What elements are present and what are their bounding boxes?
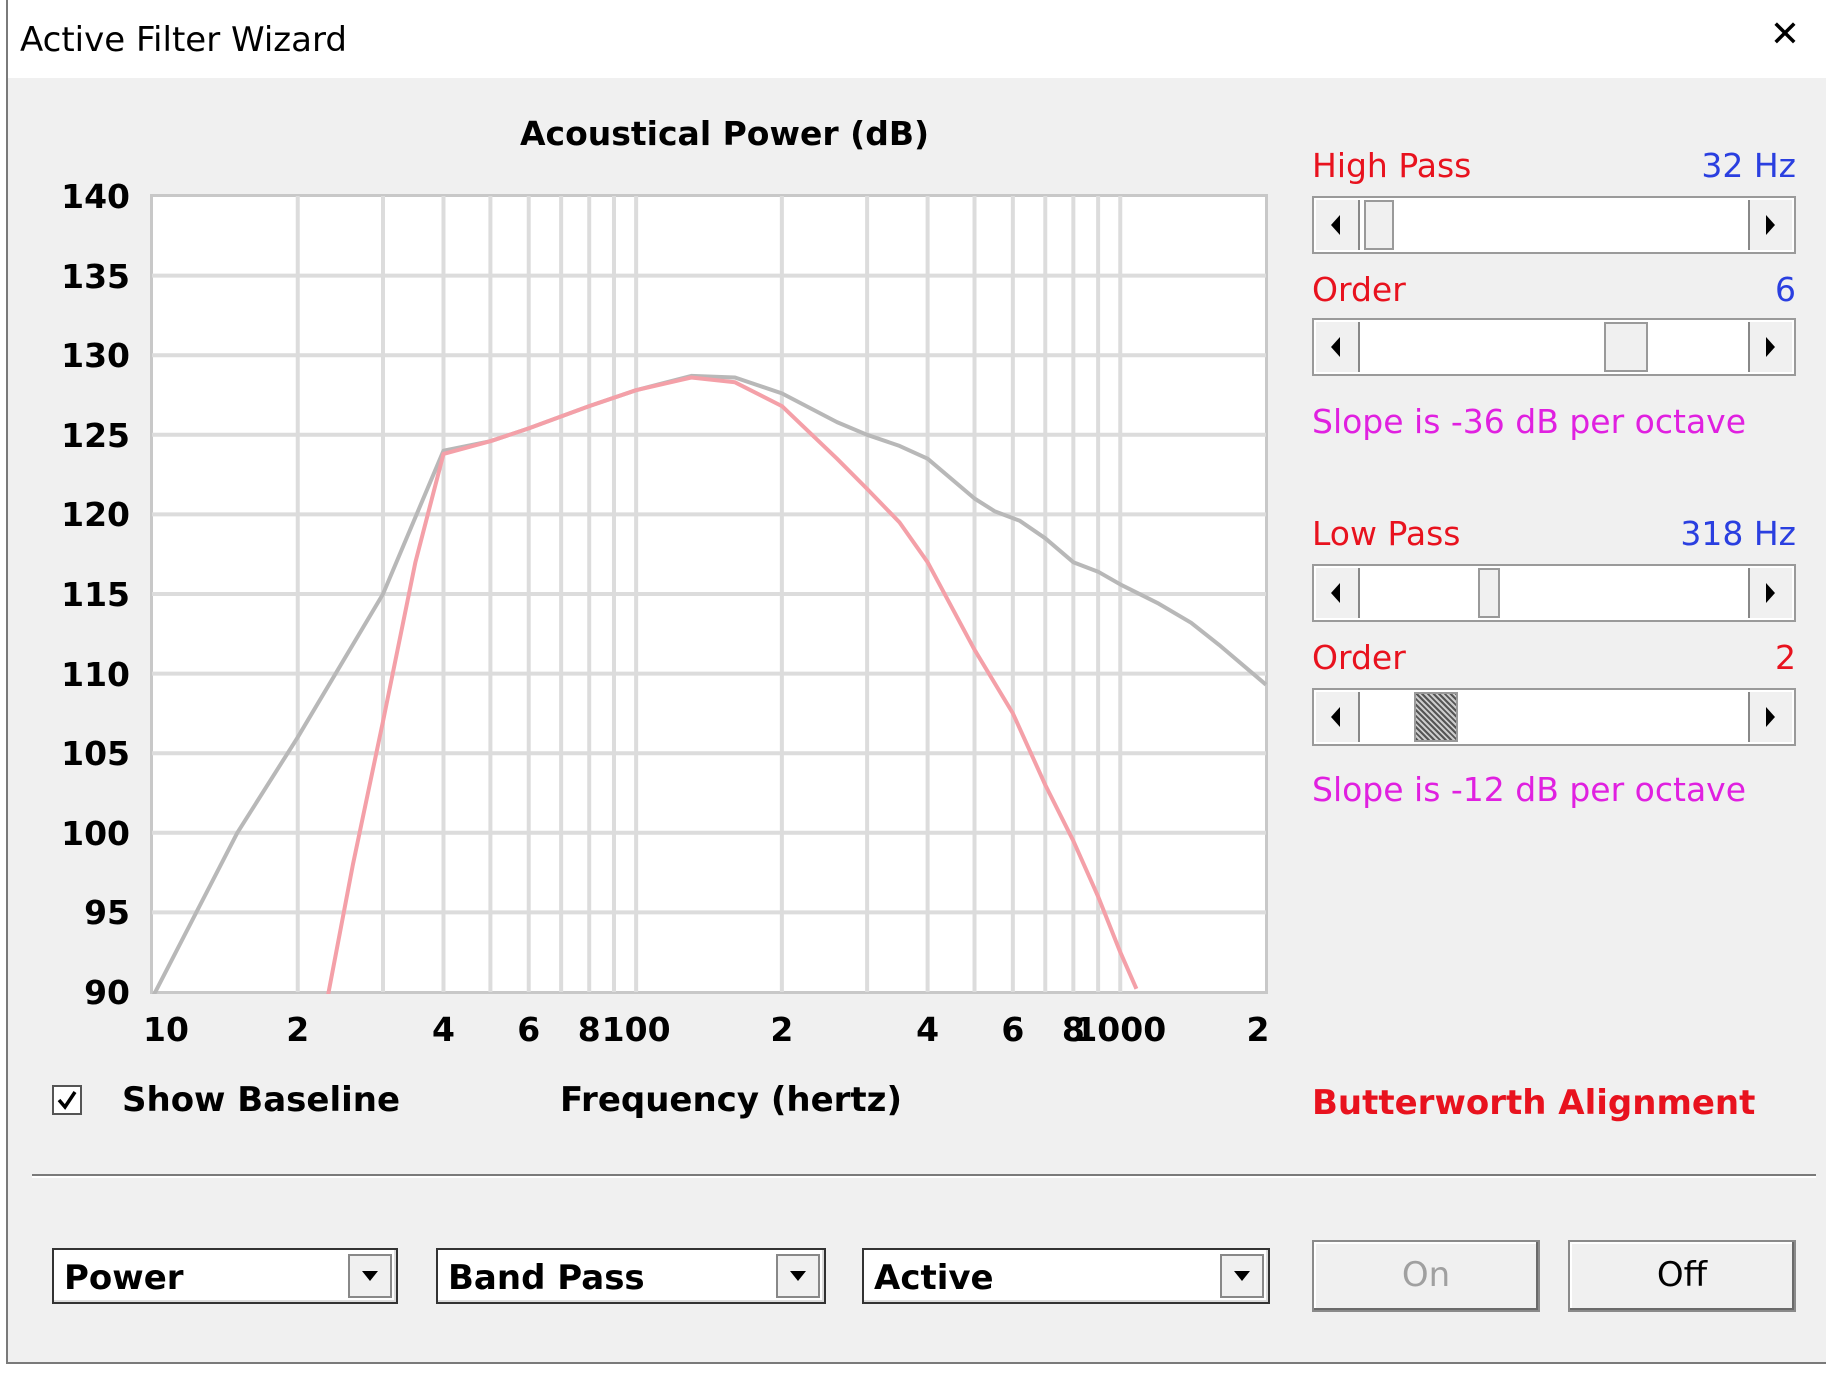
x-tick-label: 2 [286, 1010, 310, 1049]
scroll-left-icon[interactable] [1316, 568, 1360, 618]
y-tick-label: 90 [84, 973, 130, 1012]
scroll-right-icon[interactable] [1748, 200, 1792, 250]
high-order-label: Order [1312, 270, 1406, 309]
low-slope-text: Slope is -12 dB per octave [1312, 770, 1746, 809]
y-tick-label: 100 [61, 813, 130, 853]
y-tick-label: 125 [61, 415, 130, 455]
scroll-left-icon[interactable] [1316, 200, 1360, 250]
y-tick-label: 105 [61, 734, 130, 774]
chart-title: Acoustical Power (dB) [520, 114, 930, 153]
checkbox-box[interactable] [52, 1085, 82, 1115]
mode-dropdown[interactable]: Active [862, 1248, 1270, 1304]
x-tick-label: 2 [1246, 1010, 1270, 1049]
y-tick-label: 130 [61, 336, 130, 376]
chevron-down-icon[interactable] [348, 1254, 392, 1298]
low-order-slider[interactable] [1312, 688, 1796, 746]
high-pass-thumb[interactable] [1364, 200, 1394, 250]
filter-type-dropdown[interactable]: Band Pass [436, 1248, 826, 1304]
x-tick-label: 100 [601, 1010, 671, 1049]
scroll-right-icon[interactable] [1748, 322, 1792, 372]
alignment-label: Butterworth Alignment [1312, 1083, 1756, 1123]
x-tick-label: 6 [517, 1010, 541, 1049]
high-order-thumb[interactable] [1604, 322, 1648, 372]
show-baseline-label: Show Baseline [122, 1080, 401, 1120]
chevron-down-icon[interactable] [776, 1254, 820, 1298]
low-order-value: 2 [1775, 638, 1796, 677]
high-pass-value: 32 Hz [1701, 146, 1796, 185]
y-tick-label: 115 [61, 575, 130, 614]
mode-value: Active [874, 1258, 994, 1298]
x-tick-label: 2 [770, 1010, 794, 1049]
measure-value: Power [64, 1258, 184, 1298]
separator [32, 1174, 1816, 1178]
y-tick-label: 110 [61, 654, 130, 694]
off-button[interactable]: Off [1568, 1240, 1796, 1312]
low-pass-slider[interactable] [1312, 564, 1796, 622]
scroll-left-icon[interactable] [1316, 692, 1360, 742]
y-tick-label: 95 [84, 893, 130, 933]
x-axis-label: Frequency (hertz) [560, 1080, 902, 1120]
high-pass-slider[interactable] [1312, 196, 1796, 254]
x-tick-label: 1000 [1074, 1010, 1167, 1049]
high-order-slider[interactable] [1312, 318, 1796, 376]
filter-type-value: Band Pass [448, 1258, 645, 1298]
x-tick-label: 6 [1001, 1010, 1025, 1049]
x-tick-label: 8 [577, 1010, 601, 1049]
high-pass-label: High Pass [1312, 146, 1472, 185]
on-button[interactable]: On [1312, 1240, 1540, 1312]
y-tick-label: 120 [61, 495, 130, 535]
x-tick-label: 4 [431, 1010, 455, 1049]
close-icon[interactable]: ✕ [1770, 14, 1800, 55]
low-order-label: Order [1312, 638, 1406, 677]
low-order-thumb[interactable] [1414, 692, 1458, 742]
y-tick-label: 140 [61, 177, 130, 216]
x-tick-label: 4 [916, 1010, 940, 1049]
low-pass-label: Low Pass [1312, 514, 1461, 553]
scroll-right-icon[interactable] [1748, 692, 1792, 742]
low-pass-thumb[interactable] [1478, 568, 1500, 618]
high-order-value: 6 [1775, 270, 1796, 309]
scroll-right-icon[interactable] [1748, 568, 1792, 618]
y-tick-label: 135 [61, 256, 130, 296]
x-tick-label: 10 [143, 1010, 189, 1049]
chevron-down-icon[interactable] [1220, 1254, 1264, 1298]
frequency-response-chart [150, 194, 1268, 994]
high-slope-text: Slope is -36 dB per octave [1312, 402, 1746, 441]
title-bar: Active Filter Wizard ✕ [8, 0, 1826, 78]
checkmark-icon [57, 1091, 77, 1110]
window-title: Active Filter Wizard [20, 20, 347, 60]
scroll-left-icon[interactable] [1316, 322, 1360, 372]
low-pass-value: 318 Hz [1680, 514, 1796, 553]
measure-dropdown[interactable]: Power [52, 1248, 398, 1304]
